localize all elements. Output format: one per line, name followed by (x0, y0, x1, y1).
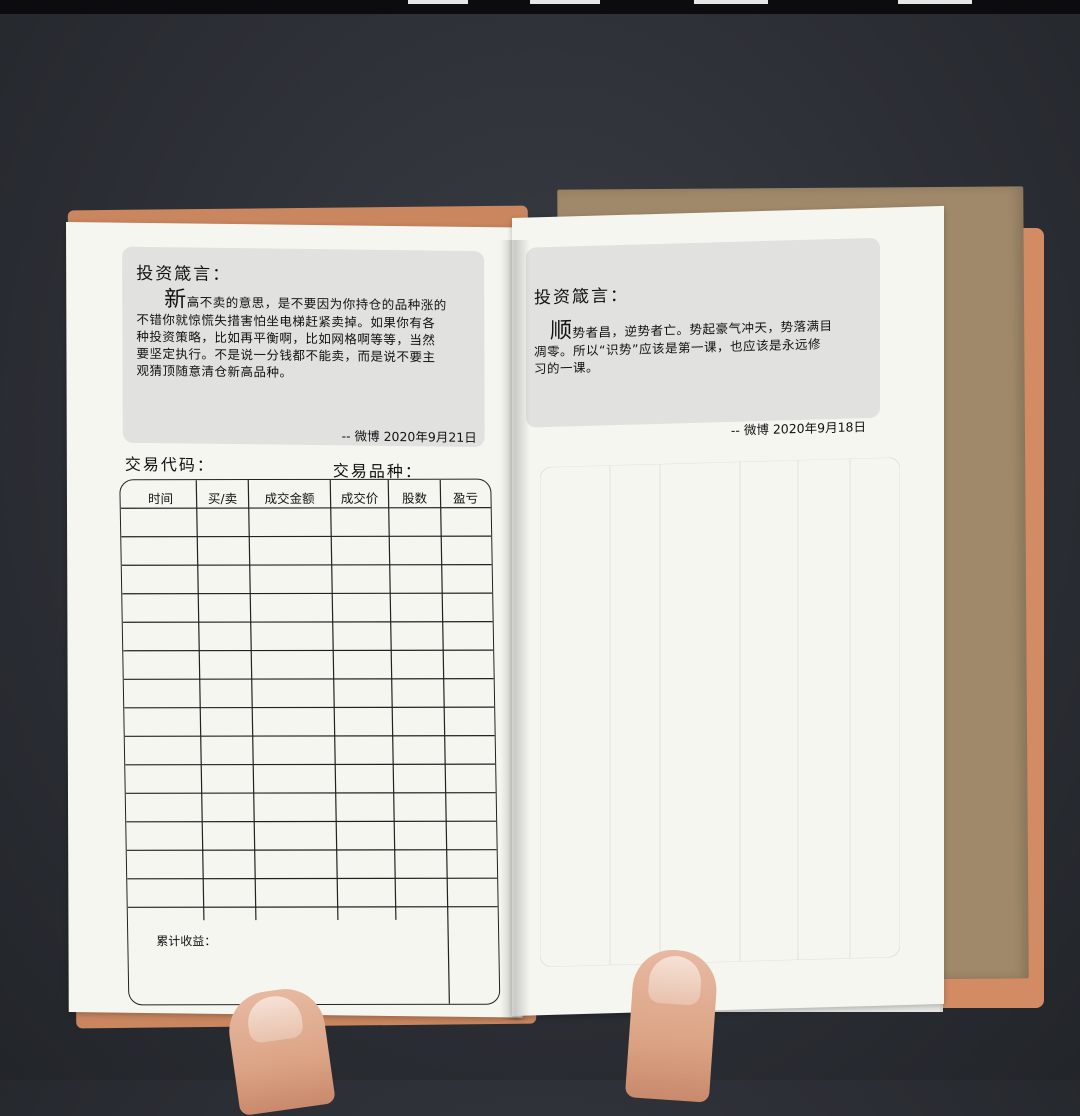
cumulative-return-label: 累计收益： (156, 934, 217, 949)
show-through-grid (540, 457, 900, 968)
col-header-price: 成交价 (340, 490, 379, 506)
thumbnail (647, 954, 703, 1006)
thumbnail (244, 992, 305, 1044)
right-thumb (624, 947, 720, 1103)
ledger-row-line (123, 678, 494, 680)
ledger-row-line (127, 906, 498, 908)
quote-signature: -- 微博 2020年9月18日 (730, 419, 866, 438)
ledger-column-line (195, 480, 205, 921)
quote-body: 顺势者昌，逆势者亡。势起豪气冲天，势落满目 凋零。所以“识势”应该是第一课，也应… (534, 312, 878, 378)
ledger-row-line (122, 592, 493, 595)
light-glint (530, 0, 600, 4)
ledger-column-line (387, 479, 397, 920)
ledger-row-line (120, 507, 491, 509)
ledger-row-line (122, 621, 493, 623)
quote-first-char: 新 (164, 287, 187, 313)
light-glint (694, 0, 768, 4)
ledger-column-line (247, 480, 257, 921)
col-header-amount: 成交金额 (264, 490, 315, 507)
ledger-column-line (329, 479, 339, 920)
quote-first-char: 顺 (550, 318, 573, 344)
quote-title: 投资箴言： (136, 263, 232, 286)
quote-body: 新高不卖的意思，是不要因为你持仓的品种涨的 不错你就惊慌失措害怕坐电梯赶紧卖掉。… (136, 287, 480, 383)
ledger-row-line (123, 649, 494, 652)
col-header-time: 时间 (147, 491, 174, 507)
col-header-buy-sell: 买/卖 (207, 491, 238, 507)
light-glint (408, 0, 468, 4)
light-glint (898, 0, 972, 4)
ledger-row-line (125, 792, 496, 794)
col-header-pnl: 盈亏 (452, 490, 479, 506)
col-header-shares: 股数 (401, 490, 428, 506)
ledger-row-line (121, 535, 492, 538)
ledger-row-line (125, 763, 496, 766)
ledger-row-line (121, 564, 492, 566)
ledger-row-line (126, 849, 497, 851)
camera-top-edge (0, 0, 1080, 14)
ledger-row-line (124, 735, 495, 737)
ledger-grid (120, 479, 498, 1004)
ledger-row-line (124, 706, 495, 709)
quote-line: 高不卖的意思，是不要因为你持仓的品种涨的 (186, 294, 447, 313)
book-gutter-shadow (500, 240, 530, 1020)
quote-box-left: 投资箴言： 新高不卖的意思，是不要因为你持仓的品种涨的 不错你就惊慌失措害怕坐电… (122, 246, 485, 448)
quote-box-right: 投资箴言： 顺势者昌，逆势者亡。势起豪气冲天，势落满目 凋零。所以“识势”应该是… (526, 237, 880, 438)
quote-title: 投资箴言： (534, 285, 629, 309)
trade-code-label: 交易代码： (124, 454, 215, 475)
quote-signature: -- 微博 2020年9月21日 (341, 428, 477, 446)
ledger-column-line (439, 479, 450, 1004)
ledger-row-line (126, 820, 497, 823)
notebook-page-left: 投资箴言： 新高不卖的意思，是不要因为你持仓的品种涨的 不错你就惊慌失措害怕坐电… (66, 222, 523, 1018)
notebook-page-right: 投资箴言： 顺势者昌，逆势者亡。势起豪气冲天，势落满目 凋零。所以“识势”应该是… (512, 205, 944, 1016)
ledger-row-line (127, 877, 498, 880)
trade-ledger-table: 时间 买/卖 成交金额 成交价 股数 盈亏 累计收益： (119, 478, 501, 1006)
